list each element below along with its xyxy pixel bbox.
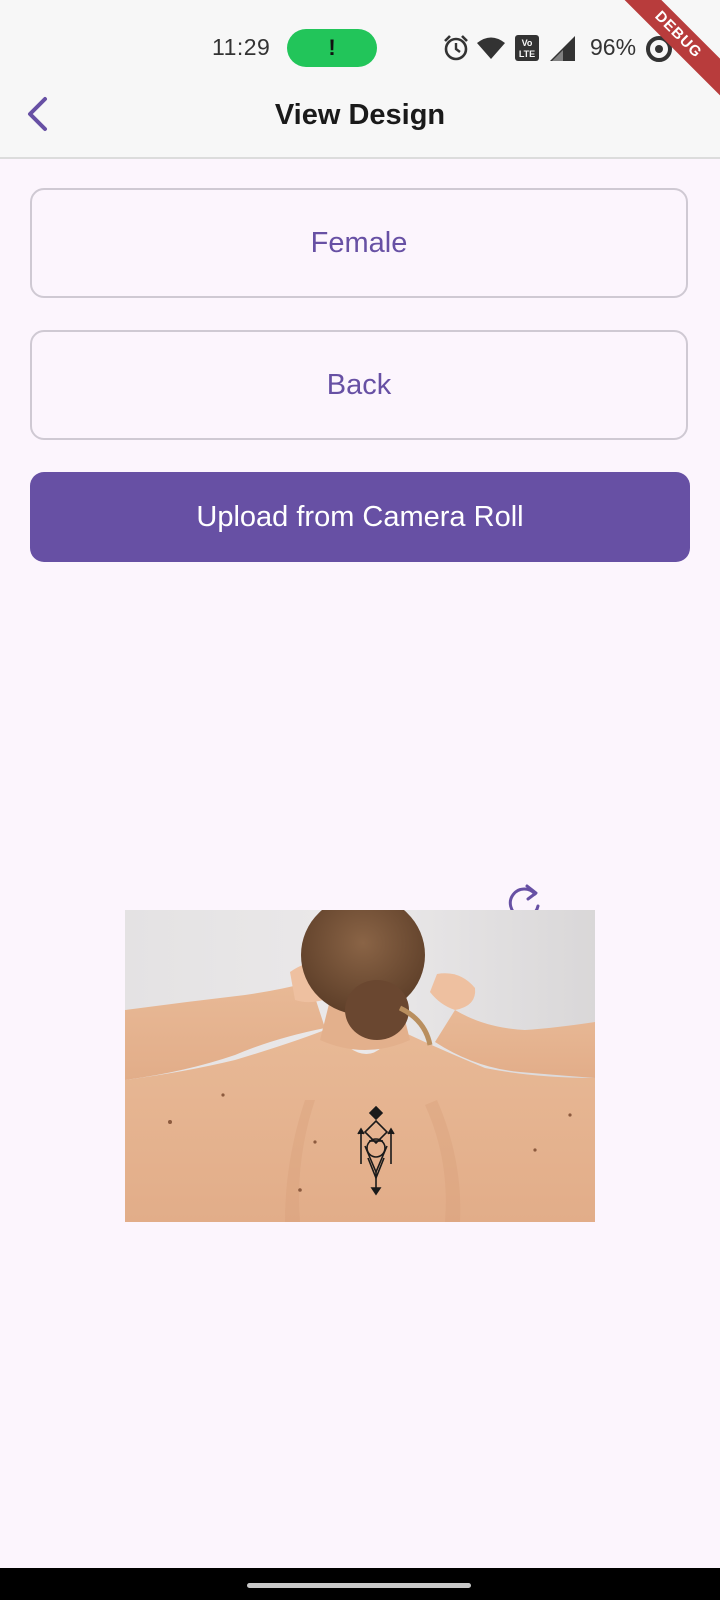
signal-icon — [550, 36, 575, 61]
svg-text:Vo: Vo — [522, 38, 533, 48]
battery-percent: 96% — [590, 34, 637, 60]
app-bar: View Design — [0, 96, 720, 159]
preview-illustration — [125, 910, 595, 1222]
status-bar: 11:29 ! Vo LTE 96% — [0, 0, 720, 96]
volte-icon: Vo LTE — [515, 35, 539, 61]
notification-mark: ! — [328, 35, 336, 60]
tattoo-preview-image — [125, 910, 595, 1222]
svg-text:LTE: LTE — [519, 49, 535, 59]
gender-button[interactable]: Female — [30, 188, 688, 298]
wifi-icon — [477, 37, 505, 59]
notification-pill[interactable]: ! — [287, 29, 377, 67]
upload-camera-roll-button[interactable]: Upload from Camera Roll — [30, 472, 690, 562]
status-time: 11:29 — [212, 34, 271, 60]
alarm-icon — [444, 35, 468, 61]
home-gesture-handle[interactable] — [247, 1583, 471, 1588]
system-nav-bar — [0, 1568, 720, 1600]
page-title: View Design — [274, 99, 446, 131]
body-side-button[interactable]: Back — [30, 330, 688, 440]
